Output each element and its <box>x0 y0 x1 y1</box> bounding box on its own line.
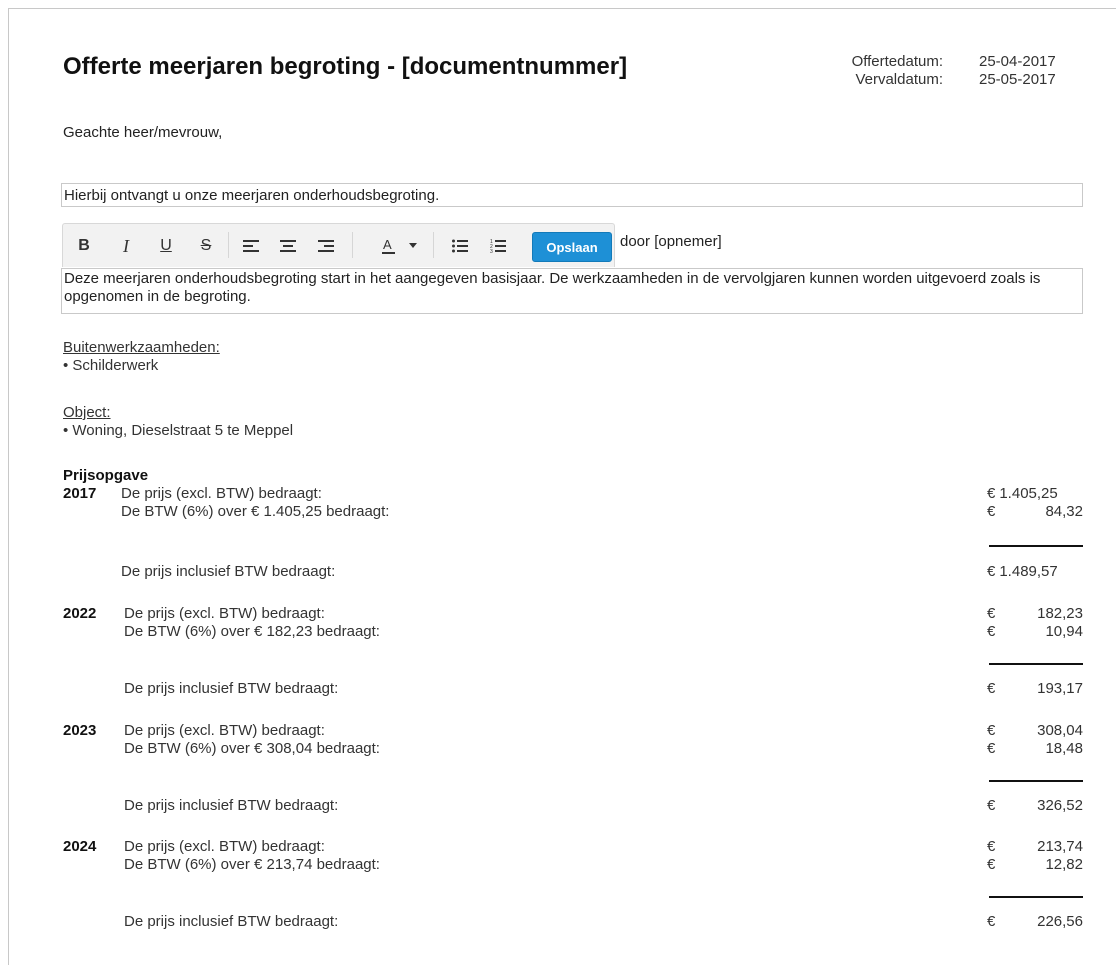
price-heading: Prijsopgave <box>63 467 149 484</box>
excl-vat-amount: €182,23 <box>987 605 1083 622</box>
toolbar-divider <box>228 232 229 258</box>
year-label: 2022 <box>63 605 97 622</box>
vat-amount: €10,94 <box>987 623 1083 640</box>
date-labels: Offertedatum: Vervaldatum: <box>825 53 943 89</box>
surveyor-text: door [opnemer] <box>620 233 722 250</box>
excl-vat-label: De prijs (excl. BTW) bedraagt: <box>121 485 322 502</box>
vat-amount: €12,82 <box>987 856 1083 873</box>
offer-date-label: Offertedatum: <box>851 53 943 70</box>
svg-text:3: 3 <box>490 249 493 254</box>
align-left-icon[interactable] <box>238 234 264 258</box>
year-label: 2023 <box>63 722 97 739</box>
incl-vat-label: De prijs inclusief BTW bedraagt: <box>124 913 339 930</box>
incl-vat-label: De prijs inclusief BTW bedraagt: <box>124 680 339 697</box>
incl-vat-amount: €193,17 <box>987 680 1083 697</box>
date-values: 25-04-2017 25-05-2017 <box>979 53 1089 89</box>
toolbar-divider <box>433 232 434 258</box>
bullet-list-icon[interactable] <box>447 234 473 258</box>
vat-label: De BTW (6%) over € 182,23 bedraagt: <box>124 623 380 640</box>
incl-vat-amount: €1.489,57 <box>987 563 1058 580</box>
offer-date-value: 25-04-2017 <box>979 53 1056 70</box>
year-label: 2024 <box>63 838 97 855</box>
align-right-icon[interactable] <box>313 234 339 258</box>
vat-label: De BTW (6%) over € 213,74 bedraagt: <box>124 856 380 873</box>
document-page: Offerte meerjaren begroting - [documentn… <box>8 8 1116 965</box>
total-divider <box>989 896 1083 898</box>
total-divider <box>989 545 1083 547</box>
page-title: Offerte meerjaren begroting - [documentn… <box>63 53 628 80</box>
incl-vat-label: De prijs inclusief BTW bedraagt: <box>121 563 336 580</box>
bold-icon[interactable]: B <box>71 234 97 258</box>
font-color-icon[interactable]: A <box>376 234 402 258</box>
align-center-icon[interactable] <box>275 234 301 258</box>
incl-vat-label: De prijs inclusief BTW bedraagt: <box>124 797 339 814</box>
excl-vat-label: De prijs (excl. BTW) bedraagt: <box>124 605 325 622</box>
excl-vat-amount: €1.405,25 <box>987 485 1058 502</box>
intro-text-field[interactable]: Hierbij ontvangt u onze meerjaren onderh… <box>61 183 1083 207</box>
year-label: 2017 <box>63 485 97 502</box>
save-button[interactable]: Opslaan <box>532 232 612 262</box>
toolbar-divider <box>352 232 353 258</box>
underline-icon[interactable]: U <box>153 234 179 258</box>
excl-vat-label: De prijs (excl. BTW) bedraagt: <box>124 838 325 855</box>
exterior-work-label: Buitenwerkzaamheden: <box>63 339 220 356</box>
total-divider <box>989 780 1083 782</box>
excl-vat-amount: €308,04 <box>987 722 1083 739</box>
vat-amount: €18,48 <box>987 740 1083 757</box>
vat-amount: €84,32 <box>987 503 1083 520</box>
chevron-down-icon[interactable] <box>406 234 420 258</box>
numbered-list-icon[interactable]: 123 <box>485 234 511 258</box>
exterior-work-item: • Schilderwerk <box>63 357 159 374</box>
object-label: Object: <box>63 404 111 421</box>
excl-vat-label: De prijs (excl. BTW) bedraagt: <box>124 722 325 739</box>
svg-text:A: A <box>383 237 392 252</box>
incl-vat-amount: €326,52 <box>987 797 1083 814</box>
expiry-date-value: 25-05-2017 <box>979 71 1056 88</box>
object-item: • Woning, Dieselstraat 5 te Meppel <box>63 422 294 439</box>
vat-label: De BTW (6%) over € 308,04 bedraagt: <box>124 740 380 757</box>
vat-label: De BTW (6%) over € 1.405,25 bedraagt: <box>121 503 390 520</box>
total-divider <box>989 663 1083 665</box>
salutation-text: Geachte heer/mevrouw, <box>63 124 223 141</box>
incl-vat-amount: €226,56 <box>987 913 1083 930</box>
italic-icon[interactable]: I <box>113 234 139 258</box>
strikethrough-icon[interactable]: S <box>193 234 219 258</box>
expiry-date-label: Vervaldatum: <box>855 71 943 88</box>
excl-vat-amount: €213,74 <box>987 838 1083 855</box>
rich-text-toolbar: B I U S A 123 Opslaan <box>62 223 615 267</box>
body-text-field[interactable]: Deze meerjaren onderhoudsbegroting start… <box>61 268 1083 314</box>
